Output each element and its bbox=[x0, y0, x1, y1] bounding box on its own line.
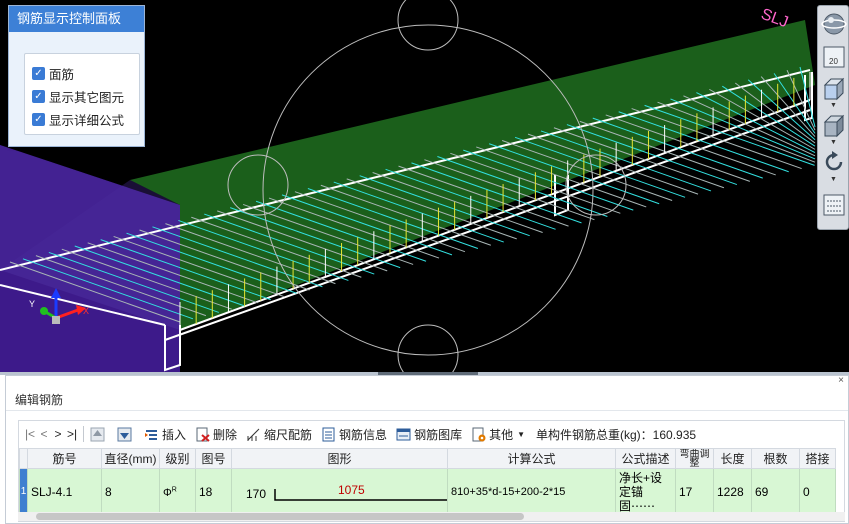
option-label: 显示详细公式 bbox=[49, 114, 125, 128]
checkbox-checked-icon[interactable]: ✓ bbox=[32, 67, 45, 80]
cell-count[interactable]: 69 bbox=[751, 468, 800, 515]
gear-icon bbox=[472, 427, 486, 441]
col-header[interactable]: 直径(mm) bbox=[101, 448, 160, 469]
corner-cell bbox=[19, 448, 28, 469]
option-show-detail-formula[interactable]: ✓ 显示详细公式 bbox=[32, 108, 139, 131]
col-header[interactable]: 公式描述 bbox=[615, 448, 676, 469]
rebar-toolbar: |< < > >| 插入 删除 缩尺配筋 钢筋信息 钢筋图库 其他 ▼ 单构件钢… bbox=[19, 421, 844, 447]
view-cube-iso-icon[interactable] bbox=[821, 113, 847, 139]
chevron-down-icon[interactable]: ▼ bbox=[517, 430, 525, 439]
panel-header-strip: × bbox=[6, 375, 848, 389]
checkbox-checked-icon[interactable]: ✓ bbox=[32, 113, 45, 126]
option-label: 显示其它图元 bbox=[49, 91, 125, 105]
rebar-table: 筋号 直径(mm) 级别 图号 图形 计算公式 公式描述 弯曲调整 长度 根数 … bbox=[19, 448, 836, 515]
zoom-label: 20 bbox=[829, 57, 838, 66]
col-header[interactable]: 级别 bbox=[159, 448, 196, 469]
row-number[interactable]: 1 bbox=[19, 468, 28, 515]
other-menu-label: 其他 bbox=[489, 427, 514, 442]
cell-bend-adjust[interactable]: 17 bbox=[675, 468, 714, 515]
cell-lap[interactable]: 0 bbox=[799, 468, 836, 515]
bar-shape-icon bbox=[274, 489, 447, 501]
insert-label: 插入 bbox=[162, 427, 187, 442]
nav-next-button[interactable]: > bbox=[51, 427, 65, 441]
arrow-up-icon bbox=[90, 427, 105, 441]
document-icon bbox=[322, 427, 335, 441]
scale-rebar-label: 缩尺配筋 bbox=[264, 427, 313, 442]
view-toolbar: 20 ▼ ▼ ▼ bbox=[817, 5, 849, 230]
table-header-row: 筋号 直径(mm) 级别 图号 图形 计算公式 公式描述 弯曲调整 长度 根数 … bbox=[19, 448, 836, 469]
rebar-info-button[interactable]: 钢筋信息 bbox=[321, 426, 387, 443]
col-header[interactable]: 图形 bbox=[231, 448, 448, 469]
option-top-bar[interactable]: ✓ 面筋 bbox=[32, 62, 139, 85]
cell-formula[interactable]: 810+35*d-15+200-2*15 bbox=[447, 468, 616, 515]
view-cube-front-icon[interactable] bbox=[821, 76, 847, 102]
delete-icon bbox=[196, 427, 210, 442]
rebar-display-control-panel: 钢筋显示控制面板 ✓ 面筋 ✓ 显示其它图元 ✓ 显示详细公式 bbox=[8, 5, 145, 147]
option-label: 面筋 bbox=[49, 68, 75, 82]
rebar-library-button[interactable]: 钢筋图库 bbox=[396, 426, 462, 443]
cell-grade[interactable]: ΦR bbox=[159, 468, 196, 515]
svg-text:SLJ: SLJ bbox=[759, 6, 791, 31]
col-header[interactable]: 长度 bbox=[713, 448, 752, 469]
cell-length[interactable]: 1228 bbox=[713, 468, 752, 515]
control-panel-title: 钢筋显示控制面板 bbox=[9, 6, 144, 32]
cell-bar-id[interactable]: SLJ-4.1 bbox=[27, 468, 102, 515]
move-up-button[interactable] bbox=[90, 427, 108, 442]
horizontal-scrollbar[interactable] bbox=[18, 512, 845, 521]
edit-rebar-panel: × 编辑钢筋 |< < > >| 插入 删除 缩尺配筋 钢筋信息 钢筋图库 其他… bbox=[5, 375, 849, 524]
chevron-down-icon[interactable]: ▼ bbox=[830, 176, 837, 183]
col-header[interactable]: 筋号 bbox=[27, 448, 102, 469]
rebar-info-label: 钢筋信息 bbox=[339, 427, 388, 442]
rebar-editor: |< < > >| 插入 删除 缩尺配筋 钢筋信息 钢筋图库 其他 ▼ 单构件钢… bbox=[18, 420, 845, 522]
col-header[interactable]: 搭接 bbox=[799, 448, 836, 469]
nav-first-button[interactable]: |< bbox=[23, 427, 37, 441]
cell-description[interactable]: 净长+设定锚固⋯⋯ bbox=[615, 468, 676, 515]
total-weight-label: 单构件钢筋总重(kg)：160.935 bbox=[536, 427, 697, 442]
col-header[interactable]: 根数 bbox=[751, 448, 800, 469]
nav-last-button[interactable]: >| bbox=[65, 427, 79, 441]
cell-shape-no[interactable]: 18 bbox=[195, 468, 232, 515]
grade-symbol: ΦR bbox=[163, 485, 177, 499]
slab-green-region bbox=[130, 20, 815, 330]
option-show-other-elements[interactable]: ✓ 显示其它图元 bbox=[32, 85, 139, 108]
svg-text:Y: Y bbox=[29, 299, 35, 309]
cell-diameter[interactable]: 8 bbox=[101, 468, 160, 515]
insert-button[interactable]: 插入 bbox=[144, 426, 186, 443]
grid-settings-icon[interactable] bbox=[821, 192, 847, 218]
zoom-box-icon[interactable]: 20 bbox=[821, 44, 847, 70]
checkbox-checked-icon[interactable]: ✓ bbox=[32, 90, 45, 103]
scale-rebar-icon bbox=[247, 428, 260, 441]
3d-viewport[interactable]: Y X SLJ 钢筋显示控制面板 ✓ 面筋 ✓ 显示其它图元 ✓ 显示详细公式 bbox=[0, 0, 849, 372]
move-down-button[interactable] bbox=[117, 427, 135, 442]
chevron-down-icon[interactable]: ▼ bbox=[830, 139, 837, 146]
nav-prev-button[interactable]: < bbox=[37, 427, 51, 441]
arrow-down-icon bbox=[117, 427, 132, 441]
rotate-icon[interactable] bbox=[821, 149, 847, 175]
cell-shape-drawing[interactable]: 170 1075 bbox=[231, 468, 448, 515]
shape-left-dim: 170 bbox=[246, 487, 267, 501]
other-menu-button[interactable]: 其他 ▼ bbox=[471, 426, 525, 443]
col-header[interactable]: 图号 bbox=[195, 448, 232, 469]
chevron-down-icon[interactable]: ▼ bbox=[830, 102, 837, 109]
col-header[interactable]: 弯曲调整 bbox=[675, 448, 714, 469]
table-row[interactable]: 1 SLJ-4.1 8 ΦR 18 170 1075 810+35*d-15+2… bbox=[19, 468, 836, 515]
control-panel-options: ✓ 面筋 ✓ 显示其它图元 ✓ 显示详细公式 bbox=[24, 53, 140, 135]
scale-rebar-button[interactable]: 缩尺配筋 bbox=[246, 426, 312, 443]
orbit-sphere-icon[interactable] bbox=[821, 11, 847, 37]
rebar-library-label: 钢筋图库 bbox=[414, 427, 463, 442]
svg-text:X: X bbox=[83, 306, 89, 316]
col-header[interactable]: 计算公式 bbox=[447, 448, 616, 469]
delete-button[interactable]: 删除 bbox=[195, 426, 237, 443]
insert-icon bbox=[145, 429, 157, 440]
scrollbar-thumb[interactable] bbox=[36, 513, 524, 520]
library-icon bbox=[396, 428, 411, 440]
delete-label: 删除 bbox=[213, 427, 238, 442]
panel-title: 编辑钢筋 bbox=[6, 389, 848, 411]
toolbar-divider bbox=[83, 426, 84, 442]
close-icon[interactable]: × bbox=[838, 375, 844, 386]
